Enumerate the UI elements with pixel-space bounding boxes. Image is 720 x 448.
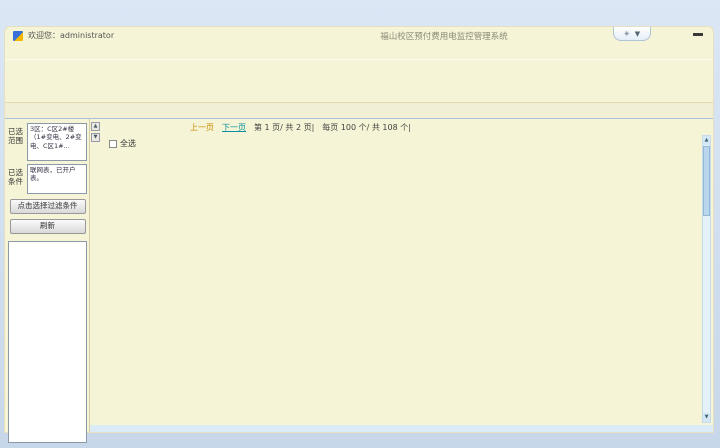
count-info: 每页 100 个/ 共 108 个| <box>322 122 411 133</box>
toolbar: 全选 <box>95 134 713 153</box>
selected-condition-label: 已选条件 <box>8 164 25 194</box>
app-title: 福山校区预付费用电监控管理系统 <box>380 30 508 42</box>
ribbon <box>5 59 713 103</box>
title-bar: 欢迎您：administrator 福山校区预付费用电监控管理系统 ✳ ▼ <box>5 27 713 44</box>
splitter-buttons: ▲ ▼ <box>91 122 100 142</box>
content-area: 已选范围 3区：C区2#楼（1#变电、2#变电、C区1#... 已选条件 联网表… <box>5 119 713 432</box>
prev-page-link[interactable]: 上一页 <box>190 122 214 133</box>
pagination-row: 上一页 下一页 第 1 页/ 共 2 页| 每页 100 个/ 共 108 个| <box>95 121 713 134</box>
selected-range-label: 已选范围 <box>8 123 25 161</box>
app-window: 欢迎您：administrator 福山校区预付费用电监控管理系统 ✳ ▼ 已选… <box>4 26 714 433</box>
next-page-link[interactable]: 下一页 <box>222 122 246 133</box>
style-icon: ✳ <box>624 30 630 38</box>
building-tree <box>8 241 87 443</box>
skin-switcher[interactable]: ✳ ▼ <box>613 27 651 41</box>
tab-strip <box>5 103 713 119</box>
select-all-label: 全选 <box>120 138 136 149</box>
main-panel: ▲ ▼ 上一页 下一页 第 1 页/ 共 2 页| 每页 100 个/ 共 10… <box>89 119 713 432</box>
welcome-text: 欢迎您：administrator <box>28 30 114 41</box>
scroll-up-icon[interactable]: ▲ <box>703 136 710 145</box>
collapse-up-button[interactable]: ▲ <box>91 122 100 131</box>
bottom-band <box>90 425 713 432</box>
select-all-checkbox[interactable] <box>109 140 117 148</box>
vertical-scrollbar[interactable]: ▲ ▼ <box>702 135 711 423</box>
scrollbar-thumb[interactable] <box>703 146 710 216</box>
selected-condition-box[interactable]: 联网表，已开户表。 <box>27 164 87 194</box>
select-all[interactable]: 全选 <box>109 138 136 149</box>
chevron-down-icon: ▼ <box>635 30 640 38</box>
minimize-button[interactable] <box>693 33 703 36</box>
refresh-button[interactable]: 刷新 <box>10 219 86 234</box>
page-info: 第 1 页/ 共 2 页| <box>254 122 314 133</box>
main-menu <box>5 44 713 59</box>
app-logo-icon <box>13 31 23 41</box>
choose-filter-button[interactable]: 点击选择过滤条件 <box>10 199 86 214</box>
selected-range-box[interactable]: 3区：C区2#楼（1#变电、2#变电、C区1#... <box>27 123 87 161</box>
collapse-down-button[interactable]: ▼ <box>91 133 100 142</box>
sidebar: 已选范围 3区：C区2#楼（1#变电、2#变电、C区1#... 已选条件 联网表… <box>5 119 89 432</box>
scroll-down-icon[interactable]: ▼ <box>703 413 710 422</box>
